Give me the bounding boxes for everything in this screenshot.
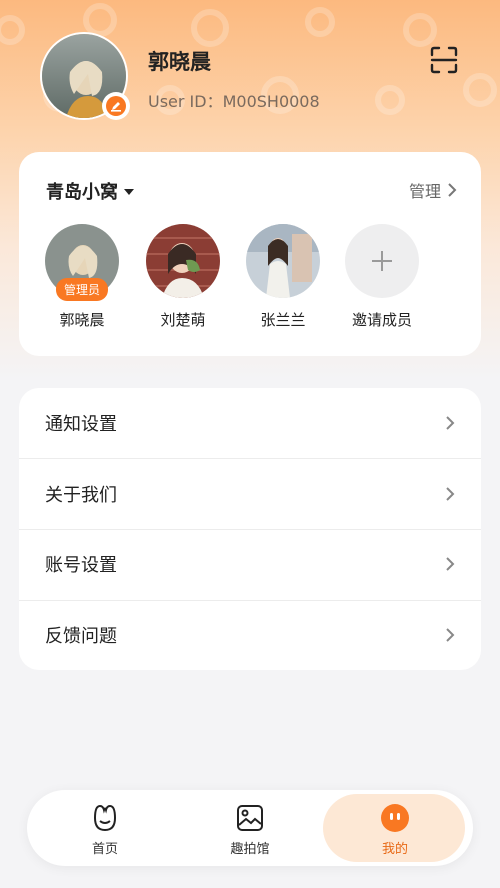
menu-item-label: 反馈问题 bbox=[45, 625, 117, 647]
family-title: 青岛小窝 bbox=[46, 182, 118, 203]
tab-mine[interactable]: 我的 bbox=[323, 790, 465, 866]
user-name: 郭晓晨 bbox=[148, 50, 211, 74]
member-item[interactable]: 刘楚萌 bbox=[143, 224, 223, 330]
chevron-right-icon bbox=[448, 183, 457, 197]
tab-home[interactable]: 首页 bbox=[35, 790, 175, 866]
edit-pencil-icon bbox=[106, 96, 126, 116]
admin-badge: 管理员 bbox=[55, 278, 109, 301]
smile-face-icon bbox=[93, 804, 117, 832]
bottom-tab-bar: 首页 趣拍馆 我的 bbox=[27, 790, 473, 866]
menu-item-label: 关于我们 bbox=[45, 484, 117, 506]
tab-label: 首页 bbox=[91, 842, 118, 857]
user-avatar[interactable] bbox=[40, 32, 130, 120]
user-id: User ID：M00SH0008 bbox=[148, 92, 320, 111]
family-card: 青岛小窝 管理 管理员 郭晓晨 刘楚萌 张兰兰 邀请成员 bbox=[19, 152, 481, 356]
member-avatar bbox=[246, 224, 320, 298]
invite-circle bbox=[345, 224, 419, 298]
menu-item-account-settings[interactable]: 账号设置 bbox=[19, 529, 481, 600]
scan-button[interactable] bbox=[428, 44, 460, 76]
invite-label: 邀请成员 bbox=[351, 311, 412, 329]
tab-photo-hall[interactable]: 趣拍馆 bbox=[180, 790, 320, 866]
member-name: 张兰兰 bbox=[260, 311, 306, 329]
chevron-right-icon bbox=[446, 487, 455, 501]
member-name: 刘楚萌 bbox=[160, 311, 206, 329]
chevron-right-icon bbox=[446, 628, 455, 642]
family-selector[interactable]: 青岛小窝 bbox=[46, 178, 134, 204]
picture-icon bbox=[237, 805, 263, 831]
caret-down-icon bbox=[124, 189, 134, 195]
manage-label: 管理 bbox=[408, 182, 441, 201]
settings-menu: 通知设置 关于我们 账号设置 反馈问题 bbox=[19, 388, 481, 670]
tab-label: 我的 bbox=[381, 842, 408, 857]
edit-avatar-badge[interactable] bbox=[102, 92, 130, 120]
member-name: 郭晓晨 bbox=[59, 311, 105, 329]
invite-member-button[interactable]: 邀请成员 bbox=[342, 224, 422, 330]
chevron-right-icon bbox=[446, 557, 455, 571]
member-avatar bbox=[146, 224, 220, 298]
menu-item-about-us[interactable]: 关于我们 bbox=[19, 459, 481, 530]
profile-face-icon bbox=[381, 804, 409, 832]
menu-item-label: 通知设置 bbox=[45, 414, 117, 436]
member-item[interactable]: 管理员 郭晓晨 bbox=[42, 224, 122, 330]
plus-icon bbox=[372, 251, 392, 271]
menu-item-label: 账号设置 bbox=[45, 555, 117, 577]
chevron-right-icon bbox=[446, 416, 455, 430]
manage-button[interactable]: 管理 bbox=[409, 178, 457, 202]
member-item[interactable]: 张兰兰 bbox=[243, 224, 323, 330]
scan-icon bbox=[430, 46, 458, 74]
tab-label: 趣拍馆 bbox=[230, 842, 270, 857]
menu-item-feedback[interactable]: 反馈问题 bbox=[19, 600, 481, 671]
menu-item-notification-settings[interactable]: 通知设置 bbox=[19, 388, 481, 459]
